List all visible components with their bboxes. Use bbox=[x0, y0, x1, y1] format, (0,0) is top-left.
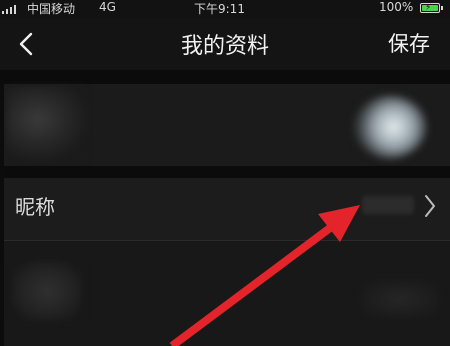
status-time: 下午9:11 bbox=[194, 2, 245, 16]
status-bar: 中国移动 4G 下午9:11 100% ⚡ bbox=[0, 0, 450, 18]
edge-shadow bbox=[0, 80, 4, 346]
avatar[interactable] bbox=[354, 96, 426, 158]
nickname-label: 昵称 bbox=[15, 195, 55, 219]
page-title: 我的资料 bbox=[180, 34, 269, 59]
carrier-name: 中国移动 bbox=[27, 2, 76, 16]
battery-percentage: 100% bbox=[379, 0, 414, 14]
chevron-right-icon bbox=[425, 195, 435, 217]
nav-bar: 我的资料 保存 bbox=[0, 18, 450, 70]
profile-row[interactable] bbox=[0, 241, 450, 346]
nickname-row[interactable]: 昵称 bbox=[0, 178, 450, 240]
section-divider bbox=[0, 70, 450, 84]
network-type: 4G bbox=[99, 0, 116, 14]
battery-charging-icon: ⚡ bbox=[420, 3, 443, 13]
blurred-label bbox=[6, 86, 86, 160]
profile-screen: 中国移动 4G 下午9:11 100% ⚡ 我的资料 保存 昵称 bbox=[0, 0, 450, 346]
save-button[interactable]: 保存 bbox=[388, 28, 430, 58]
blurred-value bbox=[360, 279, 440, 319]
blurred-label bbox=[12, 261, 82, 321]
section-divider bbox=[0, 166, 450, 178]
nickname-value-blurred bbox=[362, 196, 414, 214]
